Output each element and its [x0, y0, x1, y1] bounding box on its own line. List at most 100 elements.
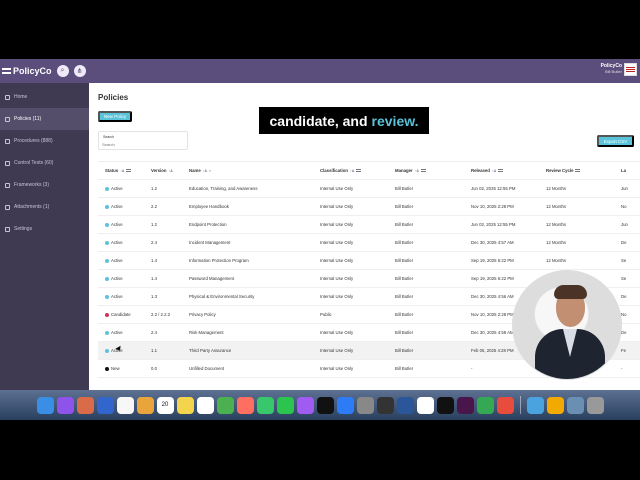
sidebar-item-label: Attachments (1) [14, 204, 50, 210]
table-row[interactable]: Active 1.4 Information Protection Program I… [98, 252, 640, 270]
cell-text: Privacy Policy [189, 312, 216, 317]
cell-text: 1.1 [151, 348, 157, 353]
table-row[interactable]: Active 1.2 Endpoint Protection Internal Use… [98, 216, 640, 234]
screen-frame: PolicyCo ⌕ ⋔ PolicyCo Bill Butler Home P… [0, 0, 640, 480]
drive-icon[interactable] [476, 396, 494, 414]
system-settings-icon[interactable] [356, 396, 374, 414]
mail-icon[interactable] [116, 396, 134, 414]
spark-icon[interactable] [496, 396, 514, 414]
archive-icon[interactable] [566, 396, 584, 414]
sort-icon[interactable]: ↑A [350, 169, 354, 173]
export-csv-button[interactable]: Export CSV [597, 135, 634, 147]
sort-icon[interactable]: ↑A [120, 169, 124, 173]
messages-icon[interactable] [256, 396, 274, 414]
cell-text: 1.3 [151, 294, 157, 299]
table-row[interactable]: Active 2.2 Employee Handbook Internal Use O… [98, 198, 640, 216]
cell-extra: De [621, 294, 640, 299]
cell-text: No [621, 204, 627, 209]
cell-text: 2.4 [151, 330, 157, 335]
app-store-icon[interactable] [336, 396, 354, 414]
maps-icon[interactable] [216, 396, 234, 414]
cell-text: Nov 10, 2025 2:28 PM [471, 312, 514, 317]
cell-name: Physical & Environmental Security [189, 294, 320, 299]
cell-text: No [621, 312, 627, 317]
sidebar-item-frameworks[interactable]: Frameworks (3) [0, 174, 89, 196]
folder-icon[interactable] [526, 396, 544, 414]
column-header-status[interactable]: Status ↑A [98, 168, 151, 173]
column-menu-icon[interactable] [356, 169, 362, 172]
column-header-version[interactable]: Version ↑A [151, 168, 189, 173]
cell-extra: Se [621, 276, 640, 281]
chatgpt-icon[interactable] [376, 396, 394, 414]
sidebar-item-settings[interactable]: Settings [0, 218, 89, 240]
cell-classification: Internal Use Only [320, 186, 395, 191]
column-menu-icon[interactable] [575, 169, 581, 172]
safari-icon[interactable] [96, 396, 114, 414]
chrome-icon[interactable] [416, 396, 434, 414]
cell-text: Internal Use Only [320, 294, 354, 299]
pen-icon[interactable] [546, 396, 564, 414]
sidebar-item-procedures[interactable]: Procedures (888) [0, 130, 89, 152]
launchpad-icon[interactable] [76, 396, 94, 414]
sidebar-item-label: Home [14, 94, 28, 100]
filter-icon[interactable]: ≡ [209, 169, 211, 173]
document-icon [5, 116, 10, 122]
sidebar-item-control-tests[interactable]: Control Tests (60) [0, 152, 89, 174]
column-header-name[interactable]: Name ↑A ≡ [189, 168, 320, 173]
column-header-review-cycle[interactable]: Review Cycle [546, 168, 621, 173]
apple-tv-icon[interactable] [316, 396, 334, 414]
column-header-manager[interactable]: Manager ↑A [395, 168, 471, 173]
cell-manager: Bill Butler [395, 240, 471, 245]
sort-icon[interactable]: ↑A [169, 169, 173, 173]
sort-icon[interactable]: ↑A [415, 169, 419, 173]
notes-icon[interactable] [176, 396, 194, 414]
column-menu-icon[interactable] [498, 169, 504, 172]
word-icon[interactable] [396, 396, 414, 414]
flag-avatar-icon[interactable] [624, 63, 637, 76]
contacts-icon[interactable] [136, 396, 154, 414]
calendar-icon[interactable]: 20 [156, 396, 174, 414]
search-icon[interactable]: ⌕ [56, 65, 69, 77]
sidebar-item-home[interactable]: Home [0, 86, 89, 108]
podcasts-icon[interactable] [296, 396, 314, 414]
cell-extra: Jun [621, 186, 640, 191]
policyco-logo[interactable]: PolicyCo [2, 66, 52, 76]
status-dot-icon [105, 330, 109, 335]
sort-icon[interactable]: ↑A [203, 169, 207, 173]
cell-extra: De [621, 330, 640, 335]
column-header-label: Name [189, 168, 201, 173]
cell-text: Internal Use Only [320, 222, 354, 227]
caption-text: candidate, and [269, 112, 368, 129]
share-icon[interactable]: ⋔ [73, 65, 86, 77]
column-header-classification[interactable]: Classification ↑A [320, 168, 395, 173]
cell-text: Bill Butler [395, 222, 414, 227]
photos-icon[interactable] [236, 396, 254, 414]
reminders-icon[interactable] [196, 396, 214, 414]
new-policy-button[interactable]: New Policy [98, 111, 132, 122]
sidebar-item-policies[interactable]: Policies (11) [0, 108, 89, 130]
search-input[interactable] [102, 140, 182, 148]
capcut-icon[interactable] [436, 396, 454, 414]
macos-dock: 20 [0, 390, 640, 420]
sidebar-item-attachments[interactable]: Attachments (1) [0, 196, 89, 218]
column-header-truncated[interactable]: La [621, 168, 640, 173]
cell-name: Employee Handbook [189, 204, 320, 209]
slack-icon[interactable] [456, 396, 474, 414]
user-menu[interactable]: PolicyCo Bill Butler [601, 63, 622, 74]
column-menu-icon[interactable] [126, 169, 132, 172]
facetime-icon[interactable] [276, 396, 294, 414]
column-menu-icon[interactable] [420, 169, 426, 172]
cell-name: Password Management [189, 276, 320, 281]
siri-icon[interactable] [56, 396, 74, 414]
cell-manager: Bill Butler [395, 330, 471, 335]
finder-icon[interactable] [36, 396, 54, 414]
table-row[interactable]: Active 2.4 Incident Management Internal Use… [98, 234, 640, 252]
cell-text: Fe [621, 348, 627, 353]
table-row[interactable]: Active 1.2 Education, Training, and Awaren… [98, 180, 640, 198]
cell-text: Bill Butler [395, 276, 414, 281]
cell-status: Active [98, 204, 151, 209]
sort-icon[interactable]: ↑A [492, 169, 496, 173]
cell-text: Active [111, 204, 123, 209]
column-header-released[interactable]: Released ↑A [471, 168, 546, 173]
trash-icon[interactable] [586, 396, 604, 414]
